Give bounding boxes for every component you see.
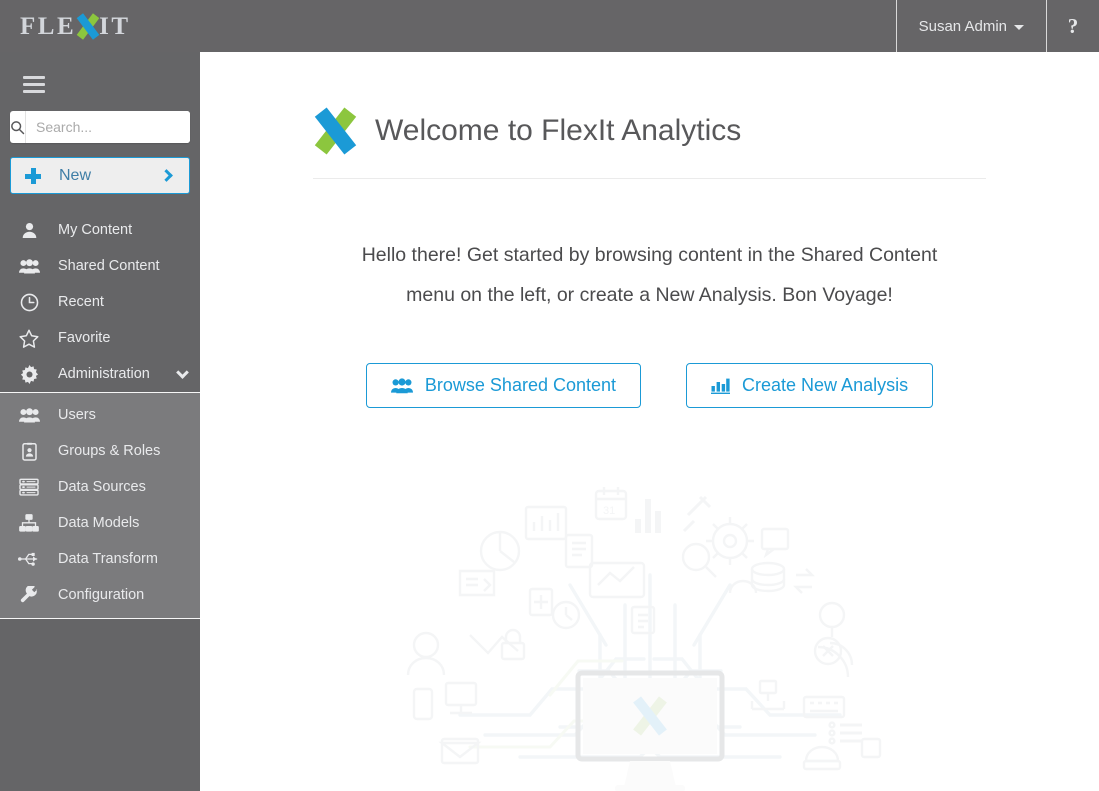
server-icon <box>0 478 58 496</box>
sidebar-item-shared-content[interactable]: Shared Content <box>0 248 200 284</box>
brand-x-icon <box>76 12 99 40</box>
help-button[interactable]: ? <box>1046 0 1099 52</box>
user-menu[interactable]: Susan Admin <box>895 0 1046 52</box>
sidebar-item-label: Recent <box>58 294 104 310</box>
sidebar-item-label: Shared Content <box>58 258 160 274</box>
page-title: Welcome to FlexIt Analytics <box>375 114 742 147</box>
sidebar-item-label: Favorite <box>58 330 111 346</box>
id-badge-icon <box>0 442 58 461</box>
search-box[interactable] <box>10 111 190 143</box>
bar-chart-icon <box>711 377 731 394</box>
sidebar-item-label: Data Sources <box>58 479 146 495</box>
page-header-divider <box>313 178 986 179</box>
intro-text: Hello there! Get started by browsing con… <box>340 235 960 315</box>
clock-icon <box>0 293 58 312</box>
header-spacer <box>200 0 896 52</box>
sidebar-nav: My Content Shared Content Recent Favorit… <box>0 212 200 392</box>
administration-submenu: Users Groups & Roles Data Sources Data M… <box>0 393 200 618</box>
sidebar-item-label: Groups & Roles <box>58 443 161 459</box>
sidebar-item-label: Data Transform <box>58 551 158 567</box>
intro-line-2: menu on the left, or create a New Analys… <box>406 284 893 306</box>
page-header: Welcome to FlexIt Analytics <box>200 52 1099 155</box>
users-icon <box>0 407 58 424</box>
sidebar-item-administration[interactable]: Administration <box>0 356 200 392</box>
sidebar-item-data-transform[interactable]: Data Transform <box>0 541 200 577</box>
browse-shared-content-button[interactable]: Browse Shared Content <box>365 363 642 408</box>
sidebar-item-label: Configuration <box>58 587 145 603</box>
cta-row: Browse Shared Content Create New Analysi… <box>200 363 1099 408</box>
users-icon <box>0 258 58 275</box>
sidebar-item-label: Administration <box>58 366 150 382</box>
chevron-right-icon <box>160 169 173 182</box>
user-icon <box>0 222 58 239</box>
star-icon <box>0 329 58 348</box>
search-icon[interactable] <box>10 111 26 143</box>
sidebar-item-users[interactable]: Users <box>0 397 200 433</box>
sidebar-item-recent[interactable]: Recent <box>0 284 200 320</box>
top-header: FLE IT Susan Admin ? <box>0 0 1099 52</box>
sidebar-item-label: Data Models <box>58 515 140 531</box>
flexit-x-logo-icon <box>313 107 357 155</box>
sidebar-divider-top <box>0 392 200 393</box>
sidebar: New My Content Shared Content <box>0 52 200 791</box>
brand-prefix: FLE <box>20 12 77 40</box>
tech-illustration-watermark: 31 <box>406 487 882 791</box>
create-new-analysis-button[interactable]: Create New Analysis <box>686 363 934 408</box>
sidebar-item-label: My Content <box>58 222 133 238</box>
gear-icon <box>0 364 58 384</box>
hamburger-icon[interactable] <box>12 62 56 106</box>
create-new-analysis-label: Create New Analysis <box>742 375 909 395</box>
sidebar-item-favorite[interactable]: Favorite <box>0 320 200 356</box>
sidebar-divider-bottom <box>0 618 200 619</box>
svg-text:31: 31 <box>603 505 615 517</box>
search-input[interactable] <box>26 111 190 143</box>
user-menu-label: Susan Admin <box>918 17 1007 35</box>
new-button[interactable]: New <box>10 157 190 194</box>
sitemap-icon <box>0 514 58 532</box>
sidebar-item-my-content[interactable]: My Content <box>0 212 200 248</box>
brand-text: FLE IT <box>20 12 131 40</box>
help-icon: ? <box>1067 13 1079 38</box>
chevron-down-icon[interactable] <box>164 365 200 379</box>
main-content: 31 Welcome to FlexIt Analytics Hello the… <box>200 52 1099 791</box>
intro-line-1: Hello there! Get started by browsing con… <box>361 244 938 266</box>
brand-suffix: IT <box>99 12 131 40</box>
brand-logo[interactable]: FLE IT <box>0 0 200 52</box>
browse-shared-content-label: Browse Shared Content <box>424 375 617 395</box>
sidebar-item-groups-roles[interactable]: Groups & Roles <box>0 433 200 469</box>
sidebar-item-label: Users <box>58 407 96 423</box>
chevron-down-icon <box>1014 25 1024 30</box>
sidebar-item-data-models[interactable]: Data Models <box>0 505 200 541</box>
users-icon <box>390 377 413 394</box>
wrench-icon <box>0 585 58 605</box>
sidebar-item-configuration[interactable]: Configuration <box>0 577 200 613</box>
sidebar-item-data-sources[interactable]: Data Sources <box>0 469 200 505</box>
plus-icon <box>25 167 41 184</box>
usb-icon <box>0 551 58 567</box>
new-button-label: New <box>59 166 92 184</box>
